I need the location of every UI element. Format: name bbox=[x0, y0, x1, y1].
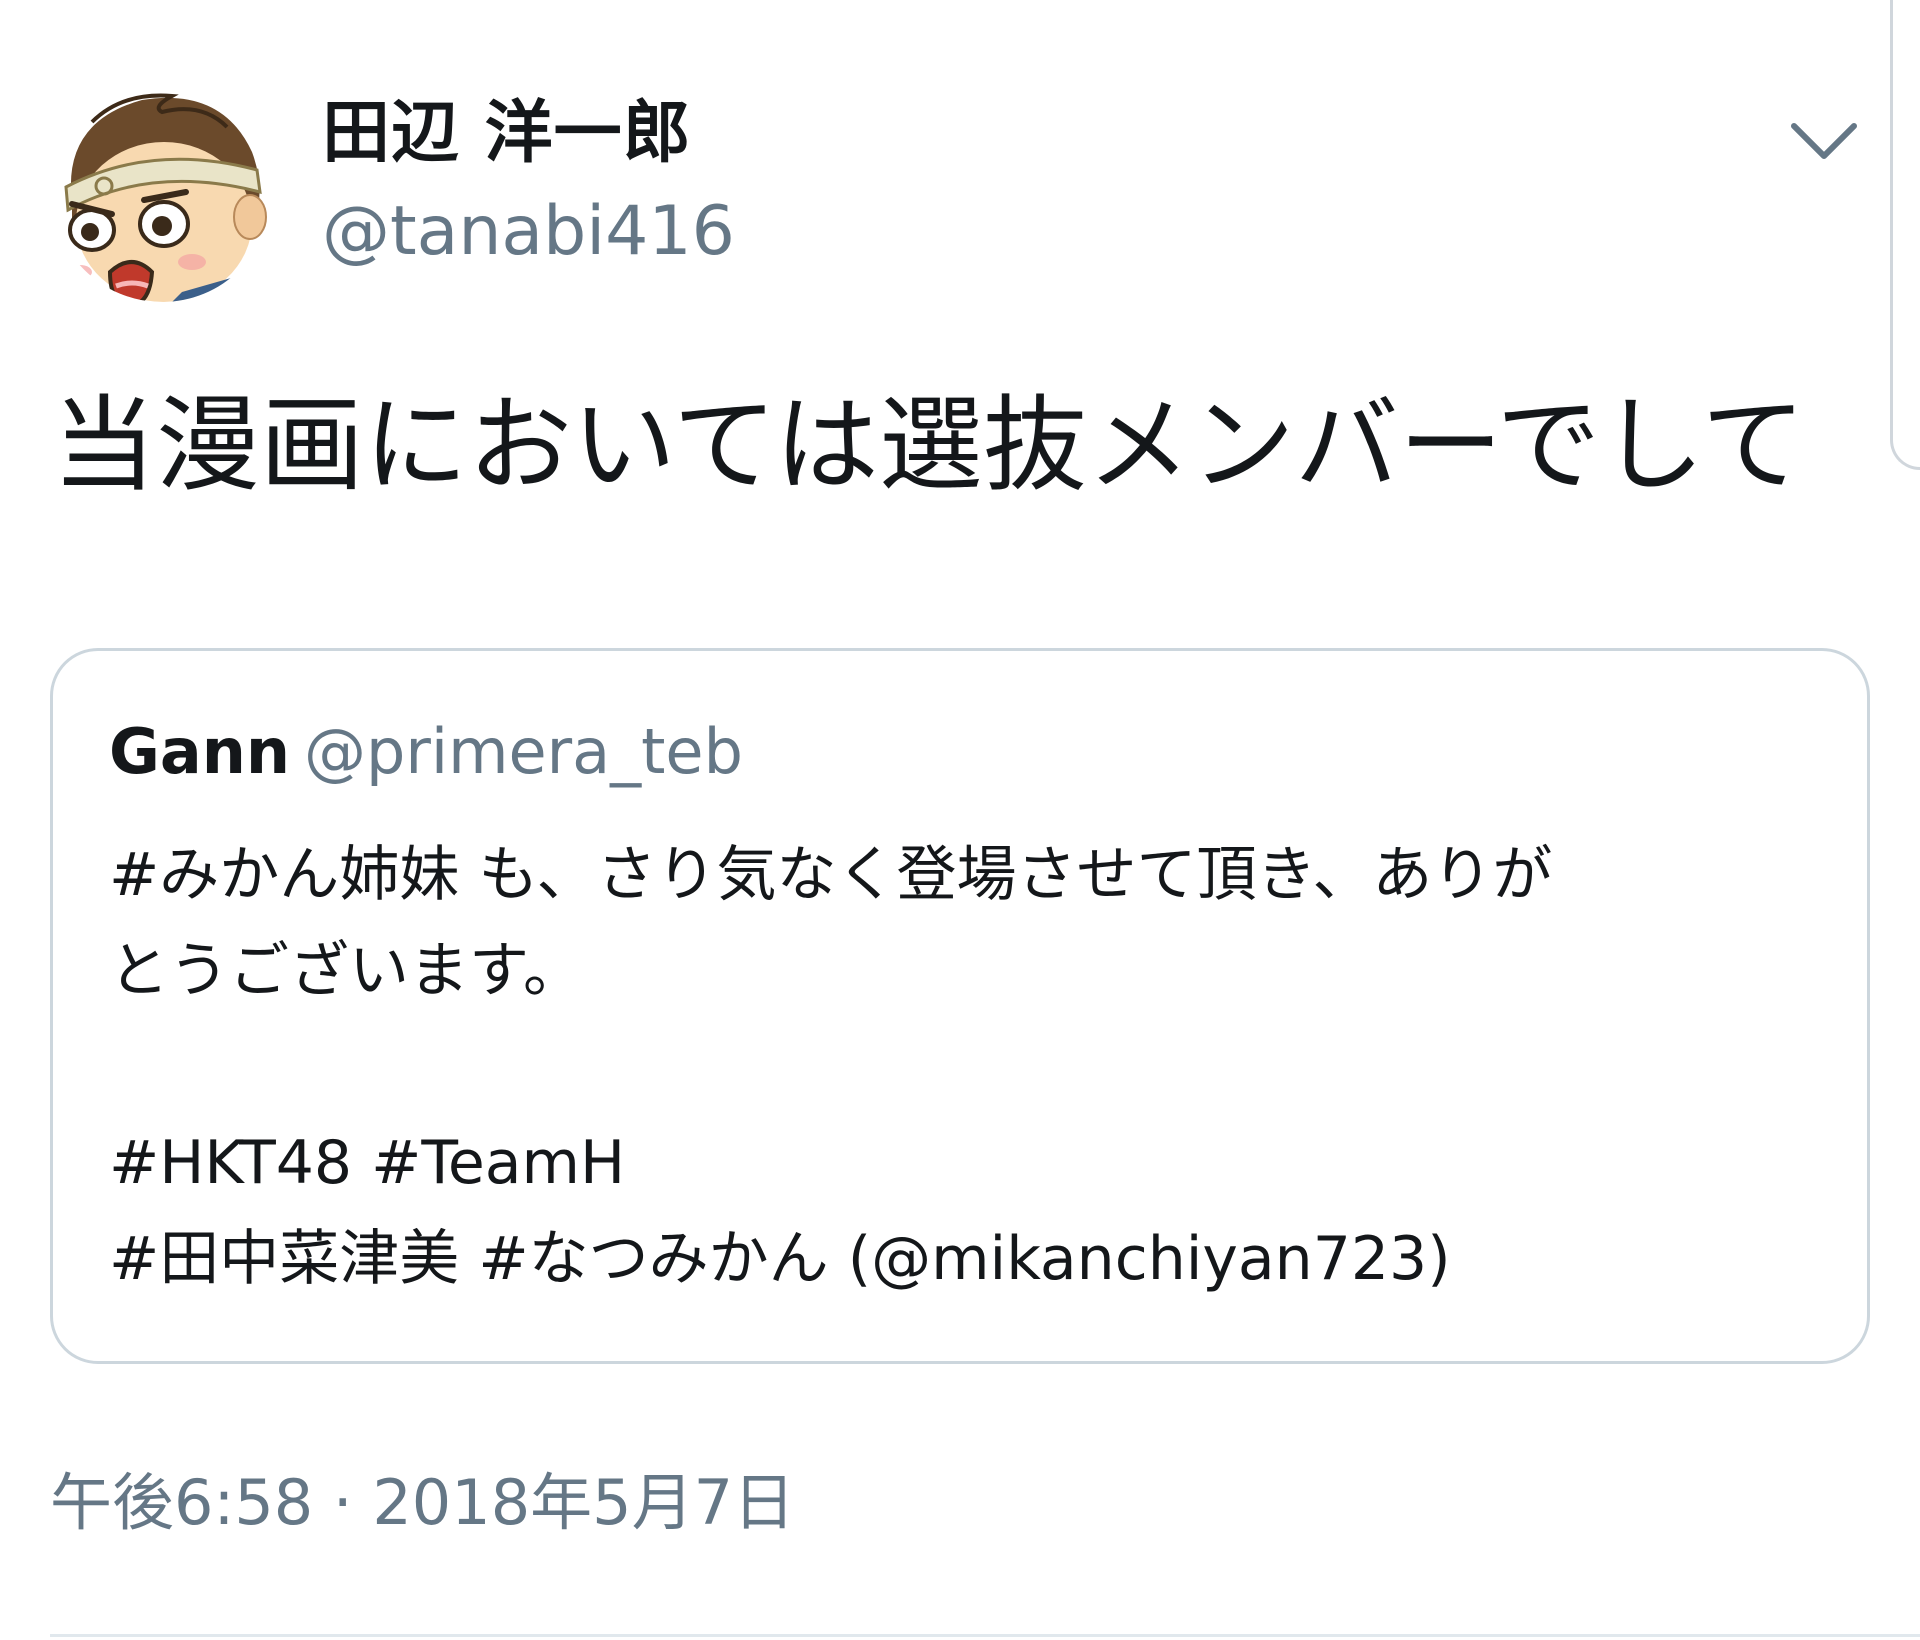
author-handle[interactable]: @tanabi416 bbox=[322, 198, 735, 266]
quoted-tweet-header: Gann @primera_teb bbox=[109, 721, 743, 783]
quoted-text-line: #みかん姉妹 も、さり気なく登場させて頂き、ありが bbox=[109, 840, 1553, 910]
tweet-timestamp[interactable]: 午後6:58 · 2018年5月7日 bbox=[50, 1472, 795, 1534]
quoted-text-line bbox=[109, 1019, 1552, 1115]
cartoon-avatar-icon bbox=[52, 82, 272, 302]
divider bbox=[50, 1634, 1920, 1637]
quoted-tweet-card[interactable]: Gann @primera_teb #みかん姉妹 も、さり気なく登場させて頂き、あ… bbox=[50, 648, 1870, 1364]
quoted-hashtag-line[interactable]: #田中菜津美 #なつみかん (@mikanchiyan723) bbox=[109, 1211, 1552, 1307]
scrollbar[interactable] bbox=[1890, 0, 1920, 470]
quoted-author-name: Gann bbox=[109, 715, 291, 788]
chevron-down-icon bbox=[1791, 123, 1857, 159]
quoted-text-line: とうございます。 bbox=[109, 936, 583, 1006]
tweet-text: 当漫画においては選抜メンバーでして bbox=[52, 384, 1806, 506]
tweet-menu-button[interactable] bbox=[1786, 110, 1862, 174]
author-display-name[interactable]: 田辺 洋一郎 bbox=[322, 100, 692, 168]
avatar[interactable] bbox=[52, 82, 272, 302]
quoted-tweet-text: #みかん姉妹 も、さり気なく登場させて頂き、ありが とうございます。 #HKT4… bbox=[109, 827, 1552, 1307]
quoted-hashtag-line[interactable]: #HKT48 #TeamH bbox=[109, 1115, 1552, 1211]
quoted-author-handle: @primera_teb bbox=[304, 715, 743, 788]
